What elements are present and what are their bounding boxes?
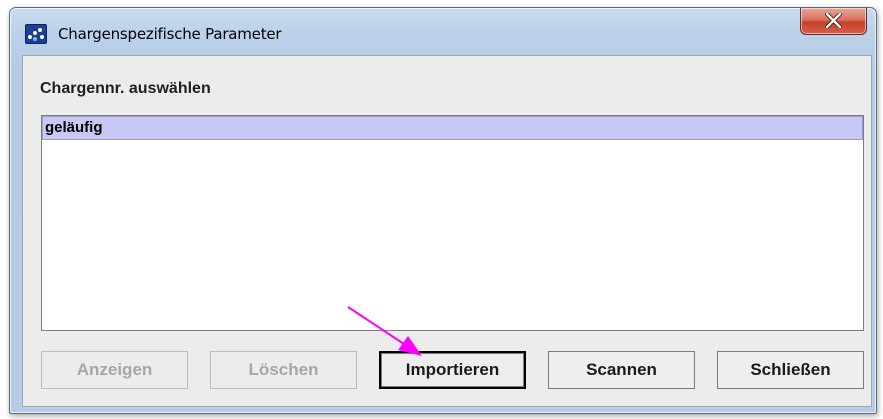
dialog-window: Chargenspezifische Parameter Chargennr. … (9, 7, 877, 414)
delete-button[interactable]: Löschen (210, 351, 357, 389)
title-bar[interactable]: Chargenspezifische Parameter (10, 8, 876, 52)
window-title: Chargenspezifische Parameter (58, 25, 282, 43)
charge-list[interactable]: geläufig (41, 115, 864, 331)
window-close-button[interactable] (800, 8, 867, 35)
scan-button[interactable]: Scannen (548, 351, 695, 389)
app-dots-icon (25, 24, 47, 44)
charge-select-label: Chargennr. auswählen (40, 80, 211, 97)
show-button[interactable]: Anzeigen (41, 351, 188, 389)
dialog-content: Chargennr. auswählen geläufig Anzeigen L… (22, 55, 872, 407)
background (876, 0, 883, 419)
import-button[interactable]: Importieren (379, 351, 526, 389)
close-button[interactable]: Schließen (717, 351, 864, 389)
list-item[interactable]: geläufig (42, 116, 863, 140)
close-x-icon (825, 13, 842, 28)
